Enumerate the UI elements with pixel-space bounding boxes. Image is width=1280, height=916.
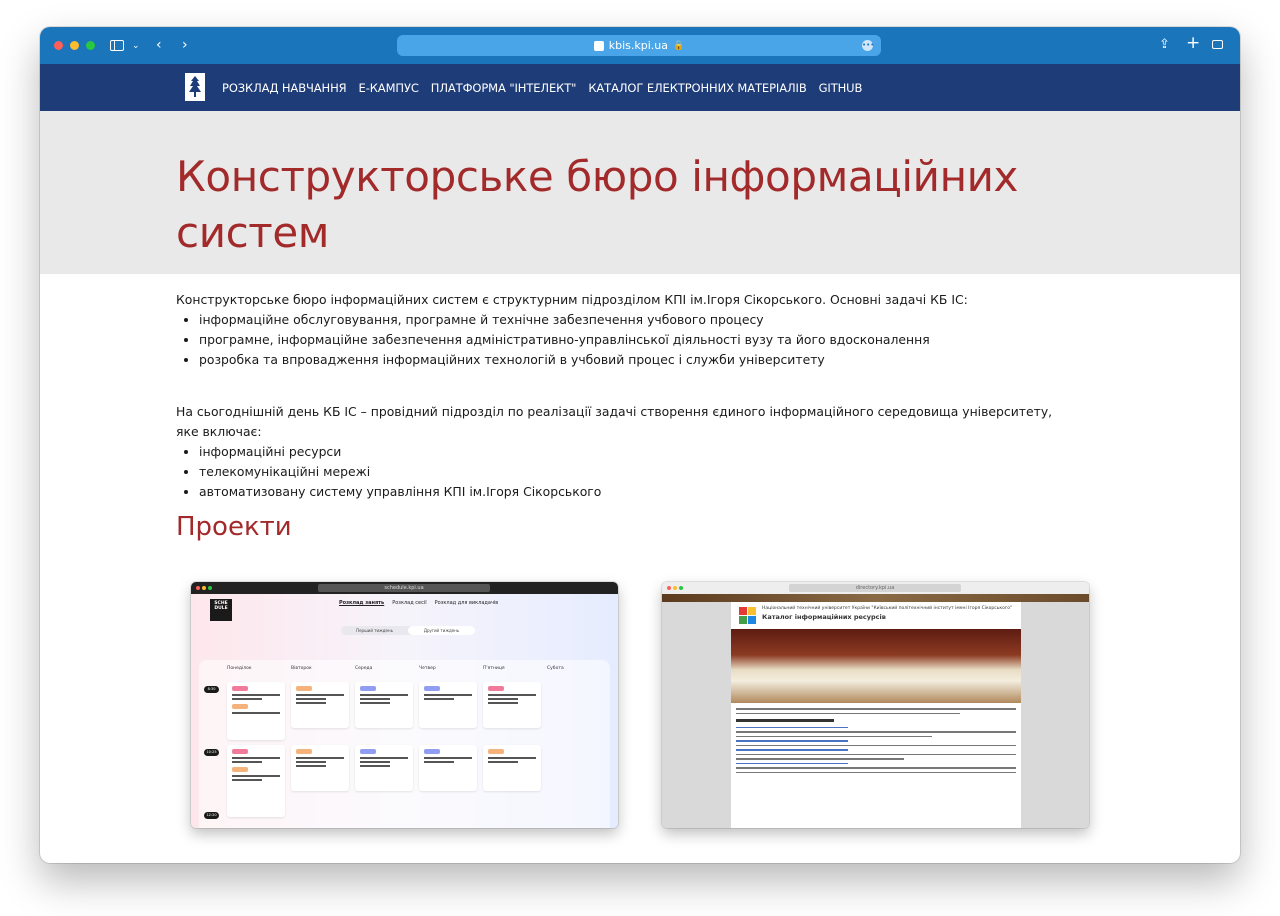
catalog-preview: Національний технічний університет Украї… [662,594,1089,828]
schedule-grid: Понеділок Вівторок Середа Четвер П'ятниц… [199,660,610,828]
projects-heading: Проекти [176,512,292,542]
mini-browser-bar: directory.kpi.ua [662,582,1089,594]
forward-icon[interactable]: › [182,36,188,54]
project-catalog-screenshot[interactable]: directory.kpi.ua Національний технічний … [662,582,1089,828]
catalog-org: Національний технічний університет Украї… [762,606,1013,611]
time-pill: 10:25 [204,749,219,756]
nav-link-github[interactable]: GITHUB [819,81,863,95]
nav-link-intellect[interactable]: ПЛАТФОРМА "ІНТЕЛЕКТ" [431,81,577,95]
address-bar[interactable]: kbis.kpi.ua 🔒 ••• [397,35,881,56]
lesson-card [355,682,413,728]
mini-browser-bar: schedule.kpi.ua [191,582,618,594]
lesson-card [227,682,285,740]
list-item: розробка та впровадження інформаційних т… [199,350,1076,370]
mini-address: schedule.kpi.ua [318,584,490,592]
browser-toolbar: ⌄ ‹ › kbis.kpi.ua 🔒 ••• ⇪ + [40,27,1240,64]
kpi-logo[interactable] [185,73,205,101]
includes-list: інформаційні ресурси телекомунікаційні м… [176,442,1076,502]
project-schedule-screenshot[interactable]: schedule.kpi.ua SCHE DULE Розклад занять… [191,582,618,828]
share-icon[interactable]: ⇪ [1159,36,1170,54]
nav-link-ecampus[interactable]: Е-КАМПУС [359,81,419,95]
lock-icon: 🔒 [673,40,685,51]
tasks-list: інформаційне обслуговування, програмне й… [176,310,1076,370]
chevron-down-icon[interactable]: ⌄ [132,37,140,55]
list-item: автоматизовану систему управління КПІ ім… [199,482,1076,502]
browser-window: ⌄ ‹ › kbis.kpi.ua 🔒 ••• ⇪ + РОЗКЛАД НАВЧ… [40,27,1240,863]
nav-link-catalog[interactable]: КАТАЛОГ ЕЛЕКТРОННИХ МАТЕРІАЛІВ [588,81,806,95]
lesson-card [291,745,349,791]
site-navigation: РОЗКЛАД НАВЧАННЯ Е-КАМПУС ПЛАТФОРМА "ІНТ… [40,64,1240,111]
back-icon[interactable]: ‹ [156,36,162,54]
lesson-card [227,745,285,817]
schedule-tabs: Розклад занять Розклад сесії Розклад для… [339,600,499,606]
page-title: Конструкторське бюро інформаційних систе… [176,152,1018,257]
time-pill: 8:30 [204,686,219,693]
lesson-card [419,745,477,791]
sidebar-toggle-icon[interactable] [110,40,124,51]
lesson-card [355,745,413,791]
list-item: програмне, інформаційне забезпечення адм… [199,330,1076,350]
schedule-preview: SCHE DULE Розклад занять Розклад сесії Р… [191,594,618,828]
schedule-days: Понеділок Вівторок Середа Четвер П'ятниц… [227,666,564,671]
catalog-title: Каталог інформаційних ресурсів [762,613,886,621]
catalog-page: Національний технічний університет Украї… [731,602,1021,828]
time-pill: 12:20 [204,812,219,819]
site-favicon [593,40,604,51]
week-switch: Перший тиждень Другий тиждень [341,626,475,635]
more-icon[interactable]: ••• [862,40,874,51]
lesson-card [483,745,541,791]
list-item: інформаційне обслуговування, програмне й… [199,310,1076,330]
new-tab-icon[interactable]: + [1186,34,1200,52]
nav-link-schedule[interactable]: РОЗКЛАД НАВЧАННЯ [222,81,347,95]
address-url: kbis.kpi.ua [608,39,669,52]
nav-links: РОЗКЛАД НАВЧАННЯ Е-КАМПУС ПЛАТФОРМА "ІНТ… [222,64,862,111]
intro-text: Конструкторське бюро інформаційних систе… [176,292,968,307]
hero-section: Конструкторське бюро інформаційних систе… [40,111,1240,274]
main-content: Конструкторське бюро інформаційних систе… [176,290,1076,502]
list-item: телекомунікаційні мережі [199,462,1076,482]
list-item: інформаційні ресурси [199,442,1076,462]
zoom-window-button[interactable] [86,41,95,50]
lesson-card [291,682,349,728]
books-image [731,629,1021,703]
mini-address: directory.kpi.ua [789,584,961,592]
minimize-window-button[interactable] [70,41,79,50]
tab-overview-icon[interactable] [1212,40,1223,49]
catalog-logo [739,607,756,624]
window-controls [54,41,95,50]
catalog-text [736,708,1016,776]
lesson-card [419,682,477,728]
close-window-button[interactable] [54,41,63,50]
today-text: На сьогоднішній день КБ ІС – провідний п… [176,404,1053,439]
lesson-card [483,682,541,728]
schedule-logo: SCHE DULE [210,599,232,621]
